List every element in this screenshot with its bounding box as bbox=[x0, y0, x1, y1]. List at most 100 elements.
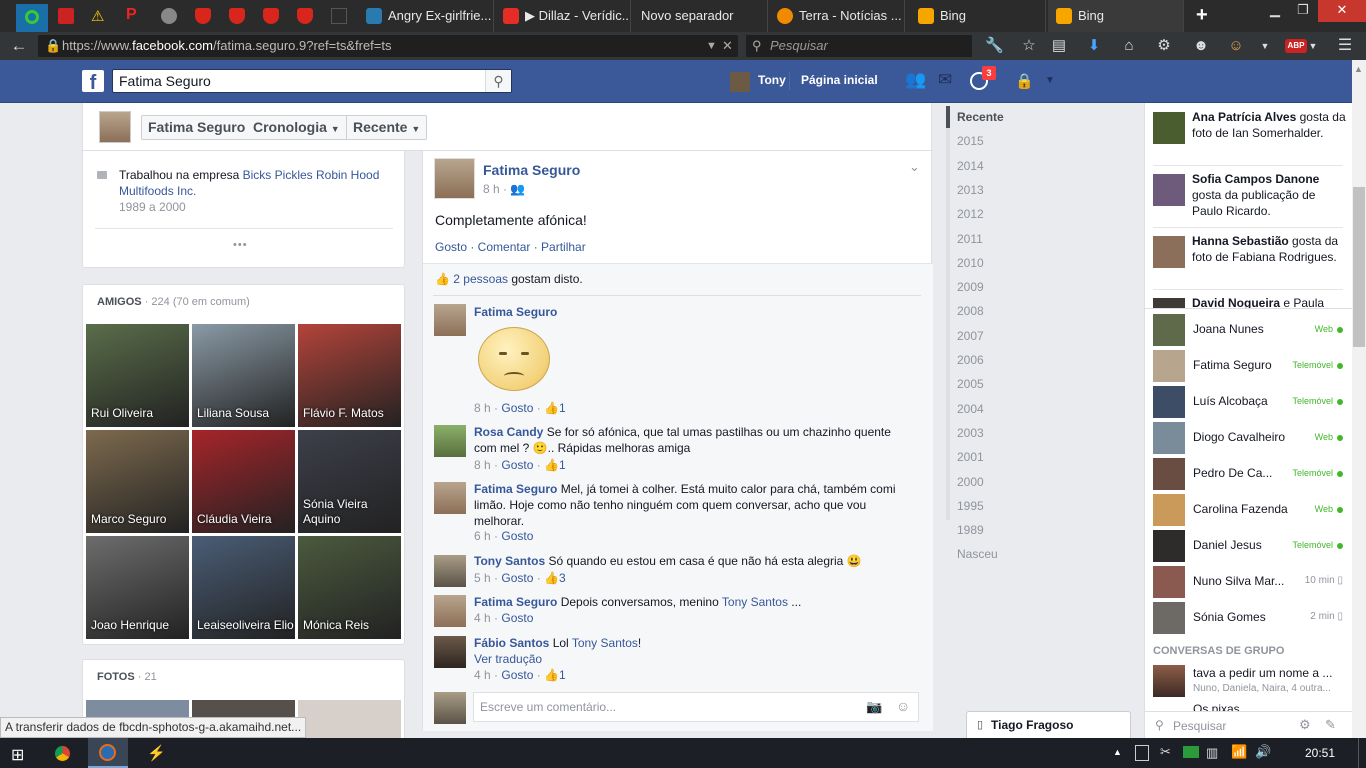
comment-avatar[interactable] bbox=[434, 304, 466, 336]
year-link[interactable]: 1995 bbox=[957, 499, 984, 513]
volume-icon[interactable]: 🔊 bbox=[1255, 744, 1271, 760]
menu-icon[interactable]: ☰ bbox=[1336, 37, 1354, 55]
friend-tile[interactable]: Mónica Reis bbox=[298, 536, 401, 639]
ticker-avatar[interactable] bbox=[1153, 236, 1185, 268]
emoji-icon[interactable]: ☺ bbox=[896, 698, 910, 714]
extension-icon[interactable]: ☺ bbox=[1227, 37, 1245, 55]
chat-contact[interactable]: Joana Nunes Web bbox=[1153, 313, 1349, 347]
ticker-story[interactable]: Hanna Sebastião gosta da foto de Fabiana… bbox=[1192, 233, 1348, 265]
chat-contact[interactable]: Carolina Fazenda Web bbox=[1153, 493, 1349, 527]
chat-bubble-icon[interactable]: ☻ bbox=[1192, 37, 1210, 55]
like-link[interactable]: Gosto bbox=[501, 611, 533, 625]
ticker-story[interactable]: Sofia Campos Danone gosta da publicação … bbox=[1192, 171, 1348, 219]
new-tab-button[interactable]: + bbox=[1196, 4, 1208, 27]
ticker-avatar[interactable] bbox=[1153, 112, 1185, 144]
like-link[interactable]: Gosto bbox=[501, 571, 533, 585]
ticker-story[interactable]: Ana Patrícia Alves gosta da foto de Ian … bbox=[1192, 109, 1348, 141]
post-time[interactable]: 8 h · bbox=[483, 182, 507, 196]
friend-tile[interactable]: Rui Oliveira bbox=[86, 324, 189, 427]
year-link[interactable]: Recente bbox=[957, 110, 1004, 124]
year-link[interactable]: 2003 bbox=[957, 426, 984, 440]
dropdown-arrow-icon[interactable]: ▼ bbox=[706, 35, 717, 57]
friend-name[interactable]: Liliana Sousa bbox=[197, 406, 269, 421]
chat-contact[interactable]: Daniel Jesus Telemóvel bbox=[1153, 529, 1349, 563]
profile-name-button[interactable]: Fatima Seguro bbox=[141, 115, 253, 140]
search-icon[interactable]: ⚲ bbox=[485, 70, 511, 92]
tray-app-icon[interactable]: ▥ bbox=[1206, 745, 1218, 761]
chat-contact[interactable]: Pedro De Ca... Telemóvel bbox=[1153, 457, 1349, 491]
friend-tile[interactable]: Sónia Vieira Aquino bbox=[298, 430, 401, 533]
clock[interactable]: 20:51 bbox=[1305, 746, 1335, 760]
timeline-button[interactable]: Cronologia ▼ bbox=[247, 115, 347, 140]
maximize-button[interactable]: ❐ bbox=[1290, 0, 1316, 22]
network-signal-icon[interactable]: 📶 bbox=[1231, 744, 1247, 760]
home-icon[interactable]: ⌂ bbox=[1120, 37, 1138, 55]
compose-icon[interactable]: ✎ bbox=[1325, 717, 1336, 733]
year-link[interactable]: 2009 bbox=[957, 280, 984, 294]
group-conversation-name[interactable]: tava a pedir um nome a ... bbox=[1193, 666, 1343, 680]
comment-avatar[interactable] bbox=[434, 636, 466, 668]
translate-link[interactable]: Ver tradução bbox=[474, 652, 542, 666]
shield-icon[interactable] bbox=[195, 8, 211, 24]
year-link[interactable]: 2015 bbox=[957, 134, 984, 148]
page-scrollbar[interactable] bbox=[1352, 60, 1366, 738]
scrollbar-thumb[interactable] bbox=[1353, 187, 1365, 347]
warning-icon[interactable]: ⚠ bbox=[91, 7, 104, 25]
camera-icon[interactable]: 📷 bbox=[866, 699, 882, 715]
comment-author[interactable]: Fatima Seguro bbox=[474, 595, 557, 609]
like-link[interactable]: Gosto bbox=[501, 668, 533, 682]
comment-author[interactable]: Rosa Candy bbox=[474, 425, 543, 439]
firefox-taskbar-item[interactable] bbox=[88, 738, 128, 768]
comment-avatar[interactable] bbox=[434, 482, 466, 514]
tray-chevron-icon[interactable]: ▲ bbox=[1113, 747, 1122, 757]
comment-author[interactable]: Fatima Seguro bbox=[474, 305, 557, 319]
profile-avatar[interactable] bbox=[99, 111, 131, 143]
friend-tile[interactable]: Marco Seguro bbox=[86, 430, 189, 533]
chat-contact[interactable]: Fatima Seguro Telemóvel bbox=[1153, 349, 1349, 383]
facebook-search-input[interactable]: Fatima Seguro ⚲ bbox=[112, 69, 512, 93]
comment-avatar[interactable] bbox=[434, 595, 466, 627]
friend-name[interactable]: Cláudia Vieira bbox=[197, 512, 272, 527]
ticker-story[interactable]: David Nogueira e Paula Garcia são agora … bbox=[1192, 295, 1348, 309]
pinned-app-icon[interactable]: ⚡ bbox=[147, 744, 166, 762]
tray-tool-icon[interactable]: ✂ bbox=[1160, 744, 1171, 760]
pinned-tab-icon[interactable] bbox=[58, 8, 74, 24]
comment-avatar[interactable] bbox=[434, 425, 466, 457]
year-link[interactable]: 2001 bbox=[957, 450, 984, 464]
windows-start-icon[interactable]: ⊞ bbox=[11, 745, 24, 765]
post-options-chevron-icon[interactable]: ⌄ bbox=[909, 159, 920, 175]
likes-count-link[interactable]: 2 pessoas bbox=[453, 272, 508, 286]
friend-requests-icon[interactable]: 👥 bbox=[905, 70, 927, 92]
browser-search-input[interactable]: ⚲ Pesquisar bbox=[746, 35, 972, 57]
ticker-avatar[interactable] bbox=[1153, 174, 1185, 206]
friend-name[interactable]: Mónica Reis bbox=[303, 618, 369, 633]
minimize-button[interactable]: ▁ bbox=[1262, 0, 1288, 22]
like-link[interactable]: Gosto bbox=[501, 458, 533, 472]
blank-tab-icon[interactable] bbox=[331, 8, 347, 24]
friend-name[interactable]: Leaiseoliveira Elio bbox=[197, 618, 294, 633]
friend-tile[interactable]: Joao Henrique bbox=[86, 536, 189, 639]
year-link[interactable]: 2005 bbox=[957, 377, 984, 391]
stop-icon[interactable]: ✕ bbox=[722, 35, 733, 57]
year-link[interactable]: 2008 bbox=[957, 304, 984, 318]
year-link[interactable]: 1989 bbox=[957, 523, 984, 537]
tab-5[interactable]: Bing bbox=[1048, 0, 1184, 32]
settings-chevron-icon[interactable]: ▼ bbox=[1045, 75, 1055, 86]
tab-3[interactable]: Terra - Notícias ... bbox=[769, 0, 905, 32]
year-link[interactable]: 2012 bbox=[957, 207, 984, 221]
friend-tile[interactable]: Cláudia Vieira bbox=[192, 430, 295, 533]
post-author-avatar[interactable] bbox=[434, 158, 475, 199]
friend-name[interactable]: Rui Oliveira bbox=[91, 406, 153, 421]
tab-0[interactable]: Angry Ex-girlfrie... bbox=[358, 0, 494, 32]
comment-author[interactable]: Fábio Santos bbox=[474, 636, 549, 650]
comment-author[interactable]: Tony Santos bbox=[474, 554, 545, 568]
show-desktop-button[interactable] bbox=[1358, 738, 1366, 768]
gear-icon[interactable]: ⚙ bbox=[1155, 37, 1173, 55]
facebook-logo-icon[interactable]: f bbox=[82, 70, 104, 94]
url-bar[interactable]: 🔒 https://www.facebook.com/fatima.seguro… bbox=[38, 35, 738, 57]
pinned-tab-icon[interactable] bbox=[161, 8, 177, 24]
bookmark-star-icon[interactable]: ☆ bbox=[1020, 37, 1038, 55]
friend-tile[interactable]: Leaiseoliveira Elio bbox=[192, 536, 295, 639]
photo-thumbnail[interactable] bbox=[298, 700, 401, 740]
chrome-icon[interactable] bbox=[54, 745, 71, 762]
